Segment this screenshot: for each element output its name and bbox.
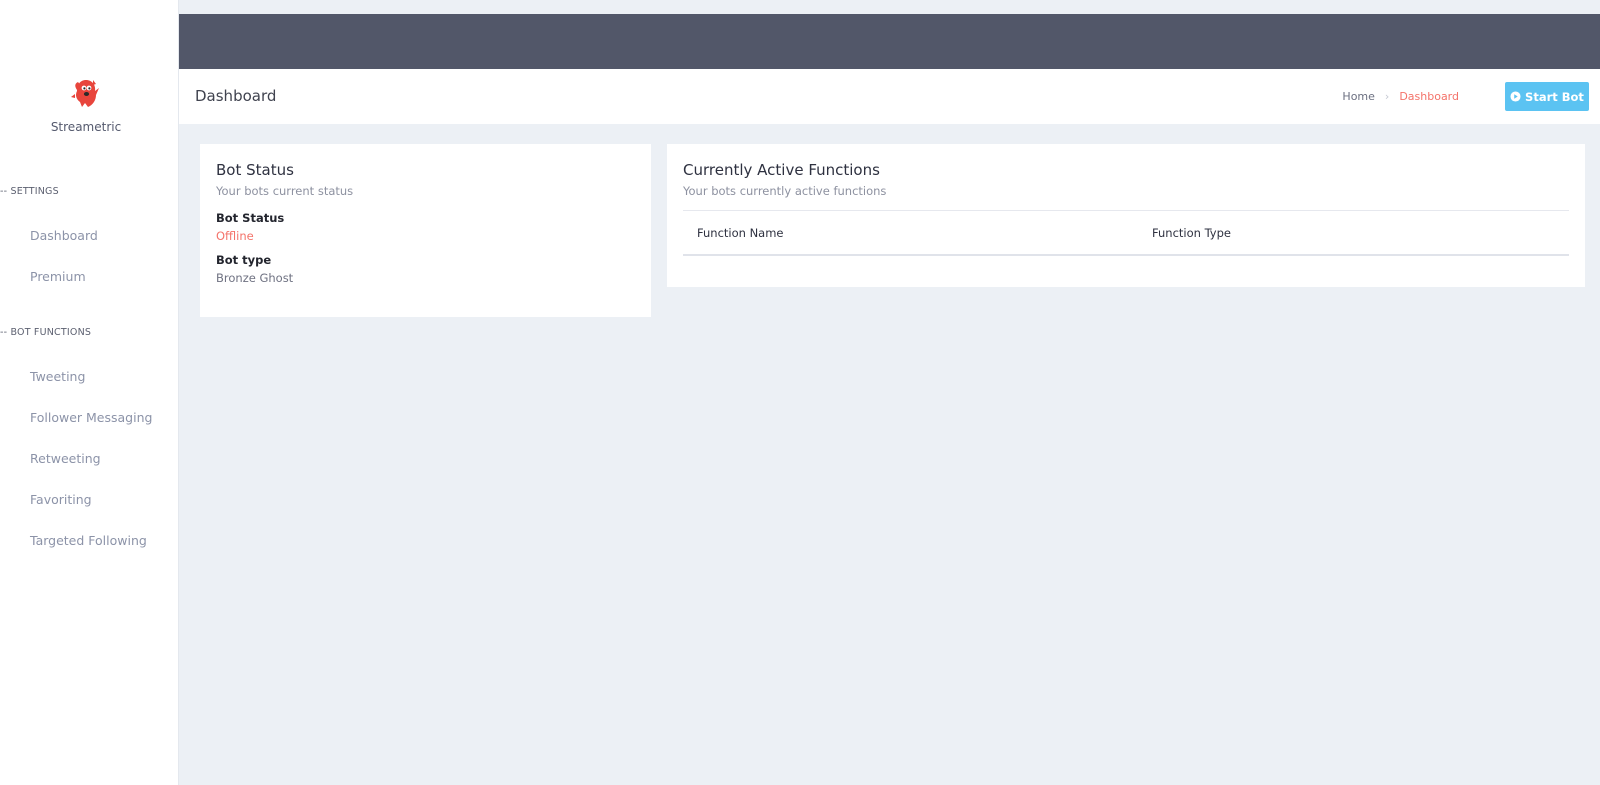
chevron-right-icon: › (1384, 90, 1390, 103)
bot-status-label: Bot Status (216, 211, 285, 225)
bot-type-value: Bronze Ghost (216, 271, 294, 285)
sidebar-item-favoriting[interactable]: Favoriting (30, 492, 92, 507)
column-header-function-name[interactable]: Function Name (697, 226, 784, 240)
ghost-logo-icon (71, 80, 99, 107)
play-circle-icon (1510, 91, 1521, 102)
card-title: Bot Status (216, 161, 294, 179)
brand-name: Streametric (50, 120, 122, 134)
subheader: Dashboard Home › Dashboard Start Bot (179, 69, 1600, 124)
bot-type-label: Bot type (216, 253, 272, 267)
settings-section-title: -- SETTINGS (0, 186, 59, 197)
breadcrumb-current[interactable]: Dashboard (1399, 90, 1459, 103)
bot-status-card: Bot Status Your bots current status Bot … (200, 144, 651, 317)
card-subtitle: Your bots currently active functions (683, 184, 887, 198)
card-subtitle: Your bots current status (216, 184, 354, 198)
sidebar-item-premium[interactable]: Premium (30, 269, 86, 284)
sidebar-item-dashboard[interactable]: Dashboard (30, 228, 98, 243)
breadcrumb: Home › Dashboard (1342, 90, 1459, 103)
top-bar (179, 14, 1600, 69)
sidebar: Streametric -- SETTINGS Dashboard Premiu… (0, 0, 179, 785)
start-bot-label: Start Bot (1525, 89, 1584, 104)
column-header-function-type[interactable]: Function Type (1152, 226, 1231, 240)
sidebar-item-tweeting[interactable]: Tweeting (30, 369, 85, 384)
sidebar-item-targeted-following[interactable]: Targeted Following (30, 533, 147, 548)
brand[interactable]: Streametric (0, 76, 172, 134)
card-title: Currently Active Functions (683, 161, 880, 179)
active-functions-card: Currently Active Functions Your bots cur… (667, 144, 1585, 287)
functions-table: Function Name Function Type (683, 210, 1569, 256)
sidebar-item-retweeting[interactable]: Retweeting (30, 451, 101, 466)
bot-functions-section-title: -- BOT FUNCTIONS (0, 327, 92, 338)
start-bot-button[interactable]: Start Bot (1505, 82, 1589, 111)
page-title: Dashboard (195, 87, 277, 105)
breadcrumb-home[interactable]: Home (1342, 90, 1374, 103)
bot-status-value: Offline (216, 229, 254, 243)
sidebar-item-follower-messaging[interactable]: Follower Messaging (30, 410, 152, 425)
